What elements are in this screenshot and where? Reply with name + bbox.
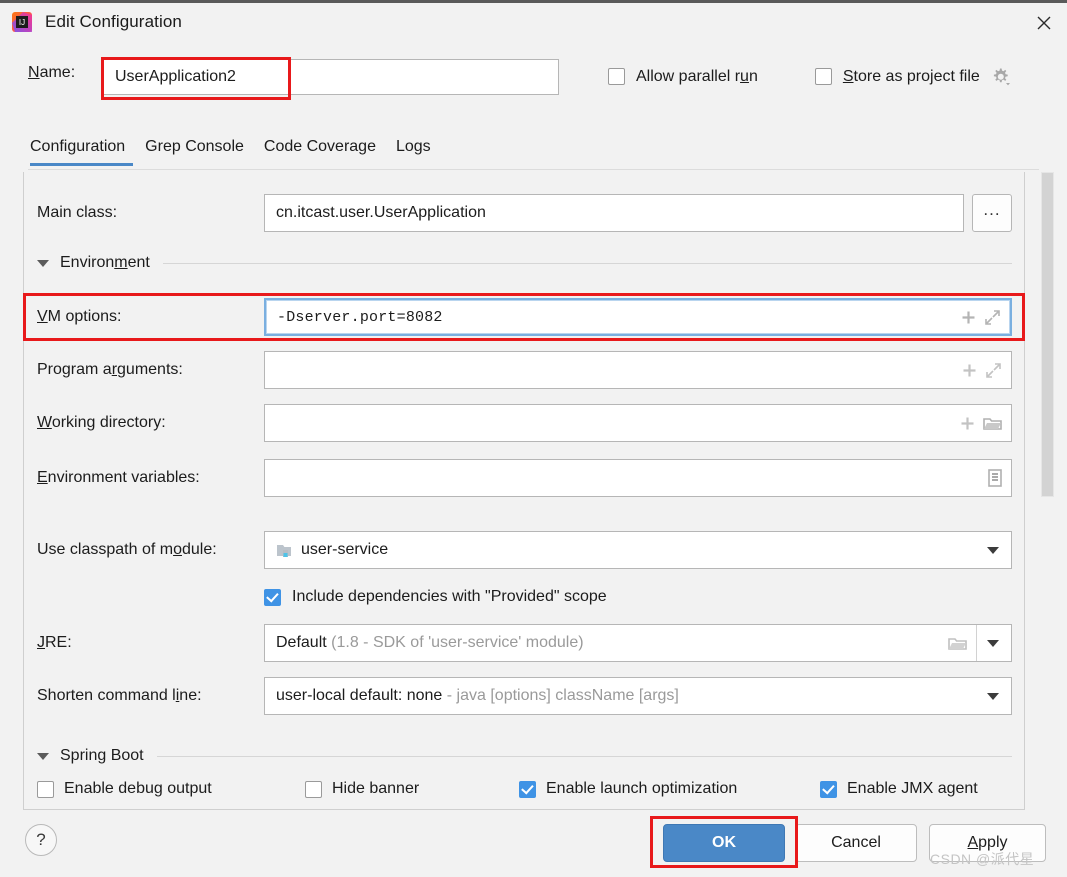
document-list-icon[interactable] <box>987 468 1003 488</box>
tab-grep-console[interactable]: Grep Console <box>135 138 254 166</box>
allow-parallel-run-label: Allow parallel run <box>636 67 758 85</box>
jre-label: JRE: <box>37 634 72 651</box>
classpath-module-row: Use classpath of module: user-service <box>24 531 1024 569</box>
shorten-command-line-row: Shorten command line: user-local default… <box>24 677 1024 715</box>
environment-section-header[interactable]: Environment <box>37 254 1012 272</box>
chevron-down-icon[interactable] <box>37 752 49 760</box>
vm-options-value: -Dserver.port=8082 <box>277 308 443 326</box>
store-as-project-file-checkbox[interactable] <box>814 68 832 85</box>
program-arguments-label: Program arguments: <box>37 361 183 378</box>
plus-icon[interactable] <box>960 309 977 326</box>
main-class-label: Main class: <box>37 204 118 221</box>
enable-jmx-agent-label: Enable JMX agent <box>847 780 978 797</box>
svg-text:IJ: IJ <box>19 18 25 27</box>
main-class-row: Main class: cn.itcast.user.UserApplicati… <box>24 194 1024 232</box>
enable-debug-output-label: Enable debug output <box>64 780 212 797</box>
chevron-down-icon[interactable] <box>987 639 999 647</box>
enable-launch-optimization-checkbox[interactable] <box>519 780 536 798</box>
allow-parallel-run-checkbox[interactable] <box>608 68 625 85</box>
spring-boot-options-row: Enable debug output Hide banner Enable l… <box>37 780 1022 798</box>
gear-icon[interactable] <box>990 66 1011 87</box>
vm-options-label: VM options: <box>37 308 122 325</box>
title-bar: IJ Edit Configuration <box>0 0 1067 40</box>
top-options-row: Allow parallel run Store as project file <box>608 66 1011 87</box>
expand-icon[interactable] <box>984 361 1003 380</box>
enable-jmx-agent-checkbox[interactable] <box>820 780 837 798</box>
include-provided-label: Include dependencies with "Provided" sco… <box>292 588 607 605</box>
plus-icon[interactable] <box>959 415 976 432</box>
enable-debug-output-item: Enable debug output <box>37 780 305 798</box>
include-provided-checkbox[interactable] <box>264 588 281 606</box>
chevron-down-icon[interactable] <box>987 692 999 700</box>
hide-banner-checkbox[interactable] <box>305 780 322 798</box>
shorten-command-line-value: user-local default: none <box>276 687 443 704</box>
name-label: Name: <box>28 64 76 81</box>
jre-value-hint: (1.8 - SDK of 'user-service' module) <box>331 634 584 651</box>
jre-value-wrapper: Default (1.8 - SDK of 'user-service' mod… <box>276 634 941 652</box>
classpath-module-dropdown[interactable]: user-service <box>264 531 1012 569</box>
expand-icon[interactable] <box>983 308 1002 327</box>
main-class-input[interactable]: cn.itcast.user.UserApplication <box>264 194 964 232</box>
working-directory-label: Working directory: <box>37 414 166 431</box>
vm-options-row: VM options: -Dserver.port=8082 <box>24 298 1024 336</box>
main-class-browse-button[interactable]: ... <box>972 194 1012 232</box>
jre-row: JRE: Default (1.8 - SDK of 'user-service… <box>24 624 1024 662</box>
program-arguments-input[interactable] <box>264 351 1012 389</box>
watermark: CSDN @派代星 <box>930 851 1035 867</box>
tab-bar: Configuration Grep Console Code Coverage… <box>0 138 1067 172</box>
enable-launch-optimization-item: Enable launch optimization <box>519 780 820 798</box>
folder-icon[interactable] <box>982 414 1003 433</box>
folder-icon[interactable] <box>947 634 968 653</box>
spring-boot-section-header[interactable]: Spring Boot <box>37 747 1012 765</box>
environment-variables-row: Environment variables: <box>24 459 1024 497</box>
tab-logs[interactable]: Logs <box>386 138 441 166</box>
module-folder-icon <box>276 542 294 559</box>
hide-banner-item: Hide banner <box>305 780 519 798</box>
window-title: Edit Configuration <box>45 11 182 31</box>
jre-dropdown[interactable]: Default (1.8 - SDK of 'user-service' mod… <box>264 624 1012 662</box>
cancel-button[interactable]: Cancel <box>795 824 917 862</box>
program-arguments-row: Program arguments: <box>24 351 1024 389</box>
shorten-command-line-hint: - java [options] className [args] <box>446 687 679 704</box>
shorten-command-line-label: Shorten command line: <box>37 687 202 704</box>
enable-jmx-agent-item: Enable JMX agent <box>820 780 978 798</box>
chevron-down-icon[interactable] <box>987 546 999 554</box>
close-icon[interactable] <box>1021 5 1067 41</box>
store-as-project-file-label: Store as project file <box>842 67 980 85</box>
plus-icon[interactable] <box>961 362 978 379</box>
section-divider <box>162 262 1012 264</box>
environment-variables-label: Environment variables: <box>37 469 200 486</box>
shorten-command-line-value-wrapper: user-local default: none - java [options… <box>276 687 979 705</box>
divider <box>976 625 977 661</box>
enable-launch-optimization-label: Enable launch optimization <box>546 780 738 797</box>
help-button[interactable]: ? <box>25 824 57 856</box>
dialog-button-bar: ? OK Cancel Apply <box>0 812 1067 877</box>
name-input[interactable] <box>103 59 559 95</box>
hide-banner-label: Hide banner <box>332 780 420 797</box>
main-class-value: cn.itcast.user.UserApplication <box>276 204 486 221</box>
chevron-down-icon[interactable] <box>37 259 49 267</box>
classpath-module-value: user-service <box>301 541 389 558</box>
environment-variables-input[interactable] <box>264 459 1012 497</box>
spring-boot-section-label: Spring Boot <box>60 747 144 764</box>
shorten-command-line-dropdown[interactable]: user-local default: none - java [options… <box>264 677 1012 715</box>
working-directory-input[interactable] <box>264 404 1012 442</box>
include-provided-row: Include dependencies with "Provided" sco… <box>264 588 607 606</box>
environment-section-label: Environment <box>60 254 150 271</box>
scrollbar-thumb[interactable] <box>1041 172 1054 497</box>
configuration-panel: Main class: cn.itcast.user.UserApplicati… <box>23 172 1025 810</box>
ok-button[interactable]: OK <box>663 824 785 862</box>
enable-debug-output-checkbox[interactable] <box>37 780 54 798</box>
section-divider <box>156 755 1012 757</box>
intellij-idea-icon: IJ <box>11 11 33 33</box>
tab-underline <box>28 169 1039 170</box>
vm-options-input[interactable]: -Dserver.port=8082 <box>264 298 1012 336</box>
tab-code-coverage[interactable]: Code Coverage <box>254 138 386 166</box>
jre-value: Default <box>276 634 327 651</box>
panel-scrollbar[interactable] <box>1040 172 1055 810</box>
working-directory-row: Working directory: <box>24 404 1024 442</box>
tab-configuration[interactable]: Configuration <box>28 138 135 166</box>
classpath-module-label: Use classpath of module: <box>37 541 217 558</box>
